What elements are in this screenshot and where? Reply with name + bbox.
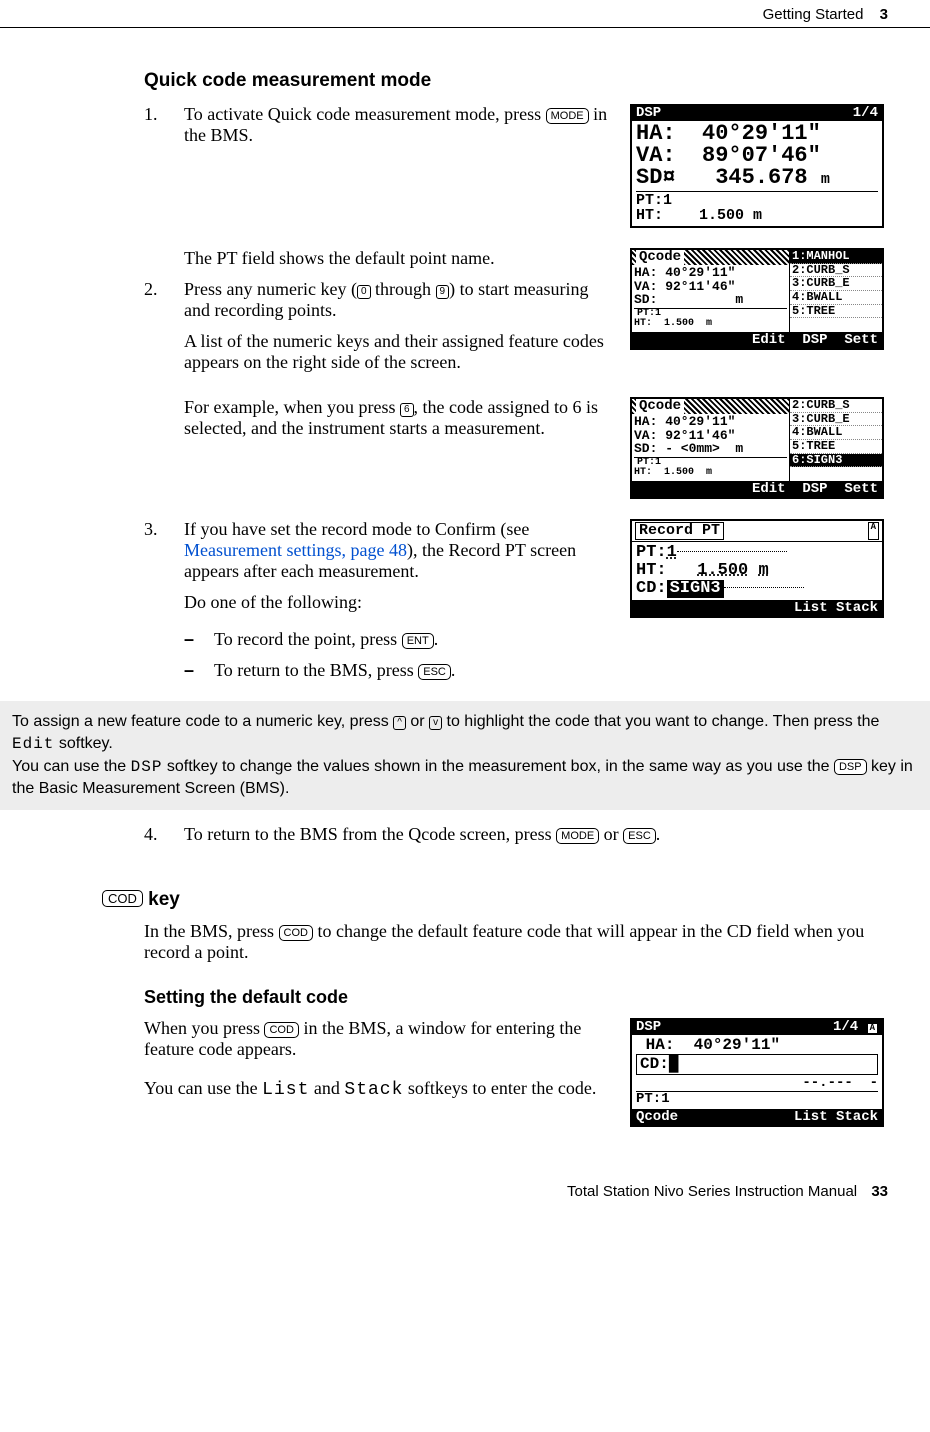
cod-key: COD [279,925,313,941]
lcd-screen-record-pt: Record PT A PT:1 HT: 1.500 m CD:SIGN3 Li… [630,519,884,618]
step-1: 1. To activate Quick code measurement mo… [144,104,612,156]
esc-key: ESC [418,664,451,680]
qcode-menu-item: 5:TREE [790,440,882,454]
footer-page: 33 [871,1183,888,1200]
lcd-screen-qcode-1: Qcode HA: 40°29'11" VA: 92°11'46" SD: m … [630,248,884,350]
qcode-menu-item: 2:CURB_S [790,399,882,413]
cod-key-label: COD [102,890,143,907]
esc-key: ESC [623,828,656,844]
up-key: ^ [393,716,406,730]
pt-field-para: The PT field shows the default point nam… [184,248,612,269]
qcode-menu-item: 4:BWALL [790,426,882,440]
step-2: 2. Press any numeric key (0 through 9) t… [144,279,612,383]
qcode-menu-item: 4:BWALL [790,291,882,305]
qcode-menu-item: 5:TREE [790,305,882,319]
alpha-indicator: A [867,1023,878,1034]
running-header: Getting Started 3 [0,0,930,28]
mode-key: MODE [546,108,589,124]
qcode-menu-item: 3:CURB_E [790,277,882,291]
header-section: Getting Started [763,6,864,23]
alpha-indicator: A [868,522,879,540]
lcd-screen-dsp: DSP 1/4 HA: 40°29'11" VA: 89°07'46" SD¤ … [630,104,884,228]
lcd-screen-qcode-2: Qcode HA: 40°29'11" VA: 92°11'46" SD: - … [630,397,884,499]
qcode-menu-item: 1:MANHOL [790,250,882,264]
dash-item: –To record the point, press ENT. [184,629,612,650]
heading-quick-code: Quick code measurement mode [144,70,888,92]
ent-key: ENT [402,633,434,649]
nine-key: 9 [436,285,450,299]
note-box: To assign a new feature code to a numeri… [0,701,930,809]
heading-setting-default: Setting the default code [144,987,888,1008]
qcode-menu-item: 3:CURB_E [790,413,882,427]
qcode-menu-item: 2:CURB_S [790,264,882,278]
qcode-menu-item: 6:SIGN3 [790,454,882,468]
heading-cod-key: COD key [102,889,888,911]
down-key: v [429,716,442,730]
dsp-key: DSP [834,759,867,775]
six-key: 6 [400,403,414,417]
lcd-screen-cod: DSP 1/4 A HA: 40°29'11" CD:█ --.--- - PT… [630,1018,884,1127]
step-4: 4. To return to the BMS from the Qcode s… [144,824,888,855]
zero-key: 0 [357,285,371,299]
link-measurement-settings[interactable]: Measurement settings, page 48 [184,540,407,560]
header-chapter: 3 [880,6,888,23]
footer-manual: Total Station Nivo Series Instruction Ma… [567,1183,857,1200]
dash-item: –To return to the BMS, press ESC. [184,660,612,681]
page-footer: Total Station Nivo Series Instruction Ma… [0,1147,930,1212]
step-3: 3. If you have set the record mode to Co… [144,519,612,623]
mode-key: MODE [556,828,599,844]
cod-key: COD [264,1022,298,1038]
